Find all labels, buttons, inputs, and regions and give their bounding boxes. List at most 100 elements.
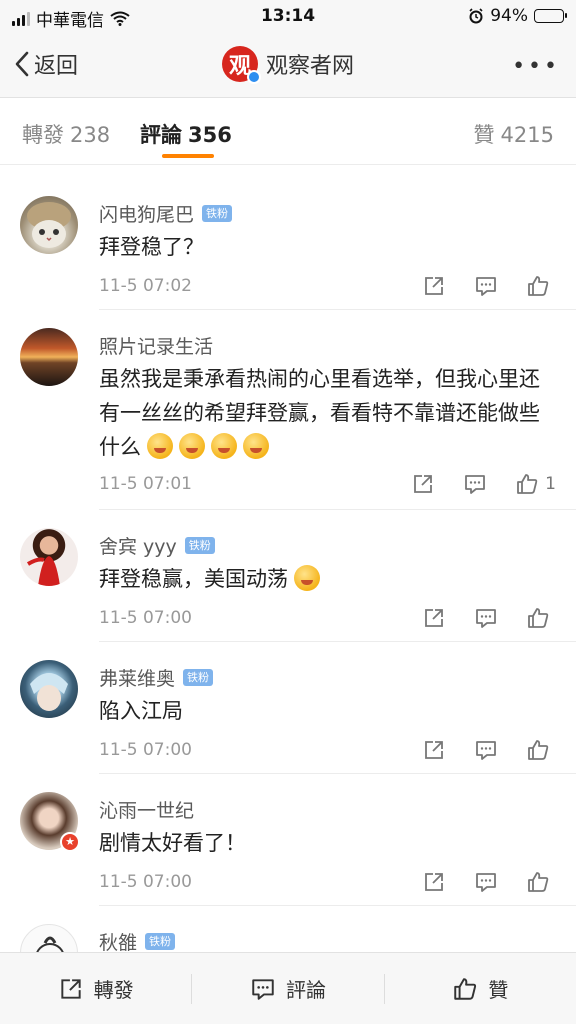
comment-text: 拜登稳了？ (99, 235, 204, 259)
comment-button[interactable]: 評論 (192, 953, 383, 1024)
author-name: 照片记录生活 (99, 336, 214, 358)
share-icon (425, 609, 443, 627)
like-count: 1 (545, 474, 556, 494)
account-title[interactable]: 观 观察者网 (0, 46, 576, 84)
battery-percent: 94% (490, 6, 528, 26)
emoji-yum-icon (211, 433, 237, 459)
comment-time: 11-5 07:00 (99, 872, 192, 892)
comment-text: 虽然我是秉承看热闹的心里看选举，但我心里还有一丝丝的希望拜登赢，看看特不靠谱还能… (99, 362, 554, 464)
reply-button[interactable] (474, 274, 498, 298)
comment-icon (465, 475, 486, 494)
share-icon (61, 978, 81, 999)
comment-time: 11-5 07:02 (99, 276, 192, 296)
tab-count: 4215 (500, 123, 554, 147)
share-icon (425, 741, 443, 759)
active-tab-indicator (162, 154, 214, 158)
like-button[interactable]: 1 (515, 472, 556, 496)
battery-icon (534, 9, 567, 23)
comment-actions (422, 870, 556, 894)
comment-author[interactable]: 秋雒 铁粉 (99, 928, 176, 955)
comment-actions (422, 274, 556, 298)
comment-list: 闪电狗尾巴 铁粉 拜登稳了？ 11-5 07:02 照片记录生活 虽然我是秉承看… (0, 174, 576, 986)
emoji-yum-icon (179, 433, 205, 459)
like-label: 贊 (488, 978, 509, 1002)
fan-badge: 铁粉 (202, 205, 233, 222)
comment-time: 11-5 07:00 (99, 608, 192, 628)
more-options-icon[interactable]: ••• (512, 54, 560, 79)
comment-item: 舍宾 yyy 铁粉 拜登稳赢，美国动荡 11-5 07:00 (0, 510, 576, 642)
anime-character-icon (30, 673, 68, 711)
thumbs-up-icon (528, 872, 549, 892)
status-right: 94% (468, 6, 567, 26)
tab-label: 轉發 (22, 123, 64, 147)
like-button[interactable] (526, 606, 556, 630)
comment-author[interactable]: 舍宾 yyy 铁粉 (99, 532, 215, 559)
person-red-dress-icon (26, 556, 60, 586)
comment-text: 剧情太好看了！ (99, 831, 246, 855)
avatar[interactable] (20, 660, 78, 718)
tab-label: 評論 (140, 123, 182, 147)
share-icon (414, 475, 433, 493)
fan-badge: 铁粉 (183, 669, 214, 686)
reply-button[interactable] (474, 606, 498, 630)
comment-actions: 1 (411, 472, 556, 496)
comment-author[interactable]: 闪电狗尾巴 铁粉 (99, 200, 233, 227)
reply-button[interactable] (474, 870, 498, 894)
thumbs-up-icon (517, 474, 538, 494)
author-name: 舍宾 yyy (99, 536, 177, 558)
comment-item: ★ 沁雨一世纪 剧情太好看了！ 11-5 07:00 (0, 774, 576, 906)
thumbs-up-icon (528, 740, 549, 760)
like-button[interactable] (526, 738, 556, 762)
cat-face-icon (27, 202, 71, 248)
reply-button[interactable] (463, 472, 487, 496)
comment-icon (476, 741, 496, 760)
author-name: 弗莱维奥 (99, 668, 176, 690)
comment-icon (476, 873, 496, 892)
author-name: 沁雨一世纪 (99, 800, 195, 822)
comment-icon (476, 609, 496, 628)
tab-reposts[interactable]: 轉發 238 (22, 119, 110, 149)
weibo-comments-screen: 中華電信 13:14 94% 返回 观 观察者网 ••• 轉發 238 評論 3… (0, 0, 576, 1024)
avatar[interactable] (20, 328, 78, 386)
tab-likes[interactable]: 贊 4215 (474, 119, 554, 149)
avatar[interactable] (20, 196, 78, 254)
comment-item: 弗莱维奥 铁粉 陷入江局 11-5 07:00 (0, 642, 576, 774)
share-icon (425, 873, 443, 891)
comment-time: 11-5 07:00 (99, 740, 192, 760)
comment-icon (252, 978, 274, 1000)
comment-actions (422, 738, 556, 762)
author-name: 闪电狗尾巴 (99, 204, 195, 226)
comment-text: 陷入江局 (99, 699, 183, 723)
alarm-clock-icon (469, 8, 483, 24)
comment-author[interactable]: 弗莱维奥 铁粉 (99, 664, 214, 691)
avatar[interactable]: ★ (20, 792, 80, 852)
bottom-action-bar: 轉發 評論 贊 (0, 952, 576, 1024)
comment-author[interactable]: 沁雨一世纪 (99, 796, 194, 823)
tab-count: 356 (188, 123, 232, 147)
like-button[interactable] (526, 274, 556, 298)
like-button[interactable] (526, 870, 556, 894)
status-bar: 中華電信 13:14 94% (0, 0, 576, 34)
share-button[interactable] (411, 472, 435, 496)
brand-logo: 观 (221, 46, 261, 84)
emoji-yum-icon (147, 433, 173, 459)
comment-item: 闪电狗尾巴 铁粉 拜登稳了？ 11-5 07:02 (0, 174, 576, 310)
emoji-laughing-tears-icon (294, 565, 320, 591)
repost-button[interactable]: 轉發 (0, 953, 191, 1024)
share-button[interactable] (422, 274, 446, 298)
avatar[interactable] (20, 528, 78, 586)
fan-badge: 铁粉 (145, 933, 176, 950)
reply-button[interactable] (474, 738, 498, 762)
emoji-yum-icon (243, 433, 269, 459)
comment-item: 照片记录生活 虽然我是秉承看热闹的心里看选举，但我心里还有一丝丝的希望拜登赢，看… (0, 310, 576, 510)
thumbs-up-icon (454, 977, 477, 1000)
share-button[interactable] (422, 870, 446, 894)
share-button[interactable] (422, 606, 446, 630)
author-name: 秋雒 (99, 932, 138, 954)
share-button[interactable] (422, 738, 446, 762)
comment-author[interactable]: 照片记录生活 (99, 332, 213, 359)
fan-badge: 铁粉 (184, 537, 215, 554)
like-button[interactable]: 贊 (385, 953, 576, 1024)
comment-text: 拜登稳赢，美国动荡 (99, 562, 554, 596)
tab-comments[interactable]: 評論 356 (140, 119, 232, 149)
